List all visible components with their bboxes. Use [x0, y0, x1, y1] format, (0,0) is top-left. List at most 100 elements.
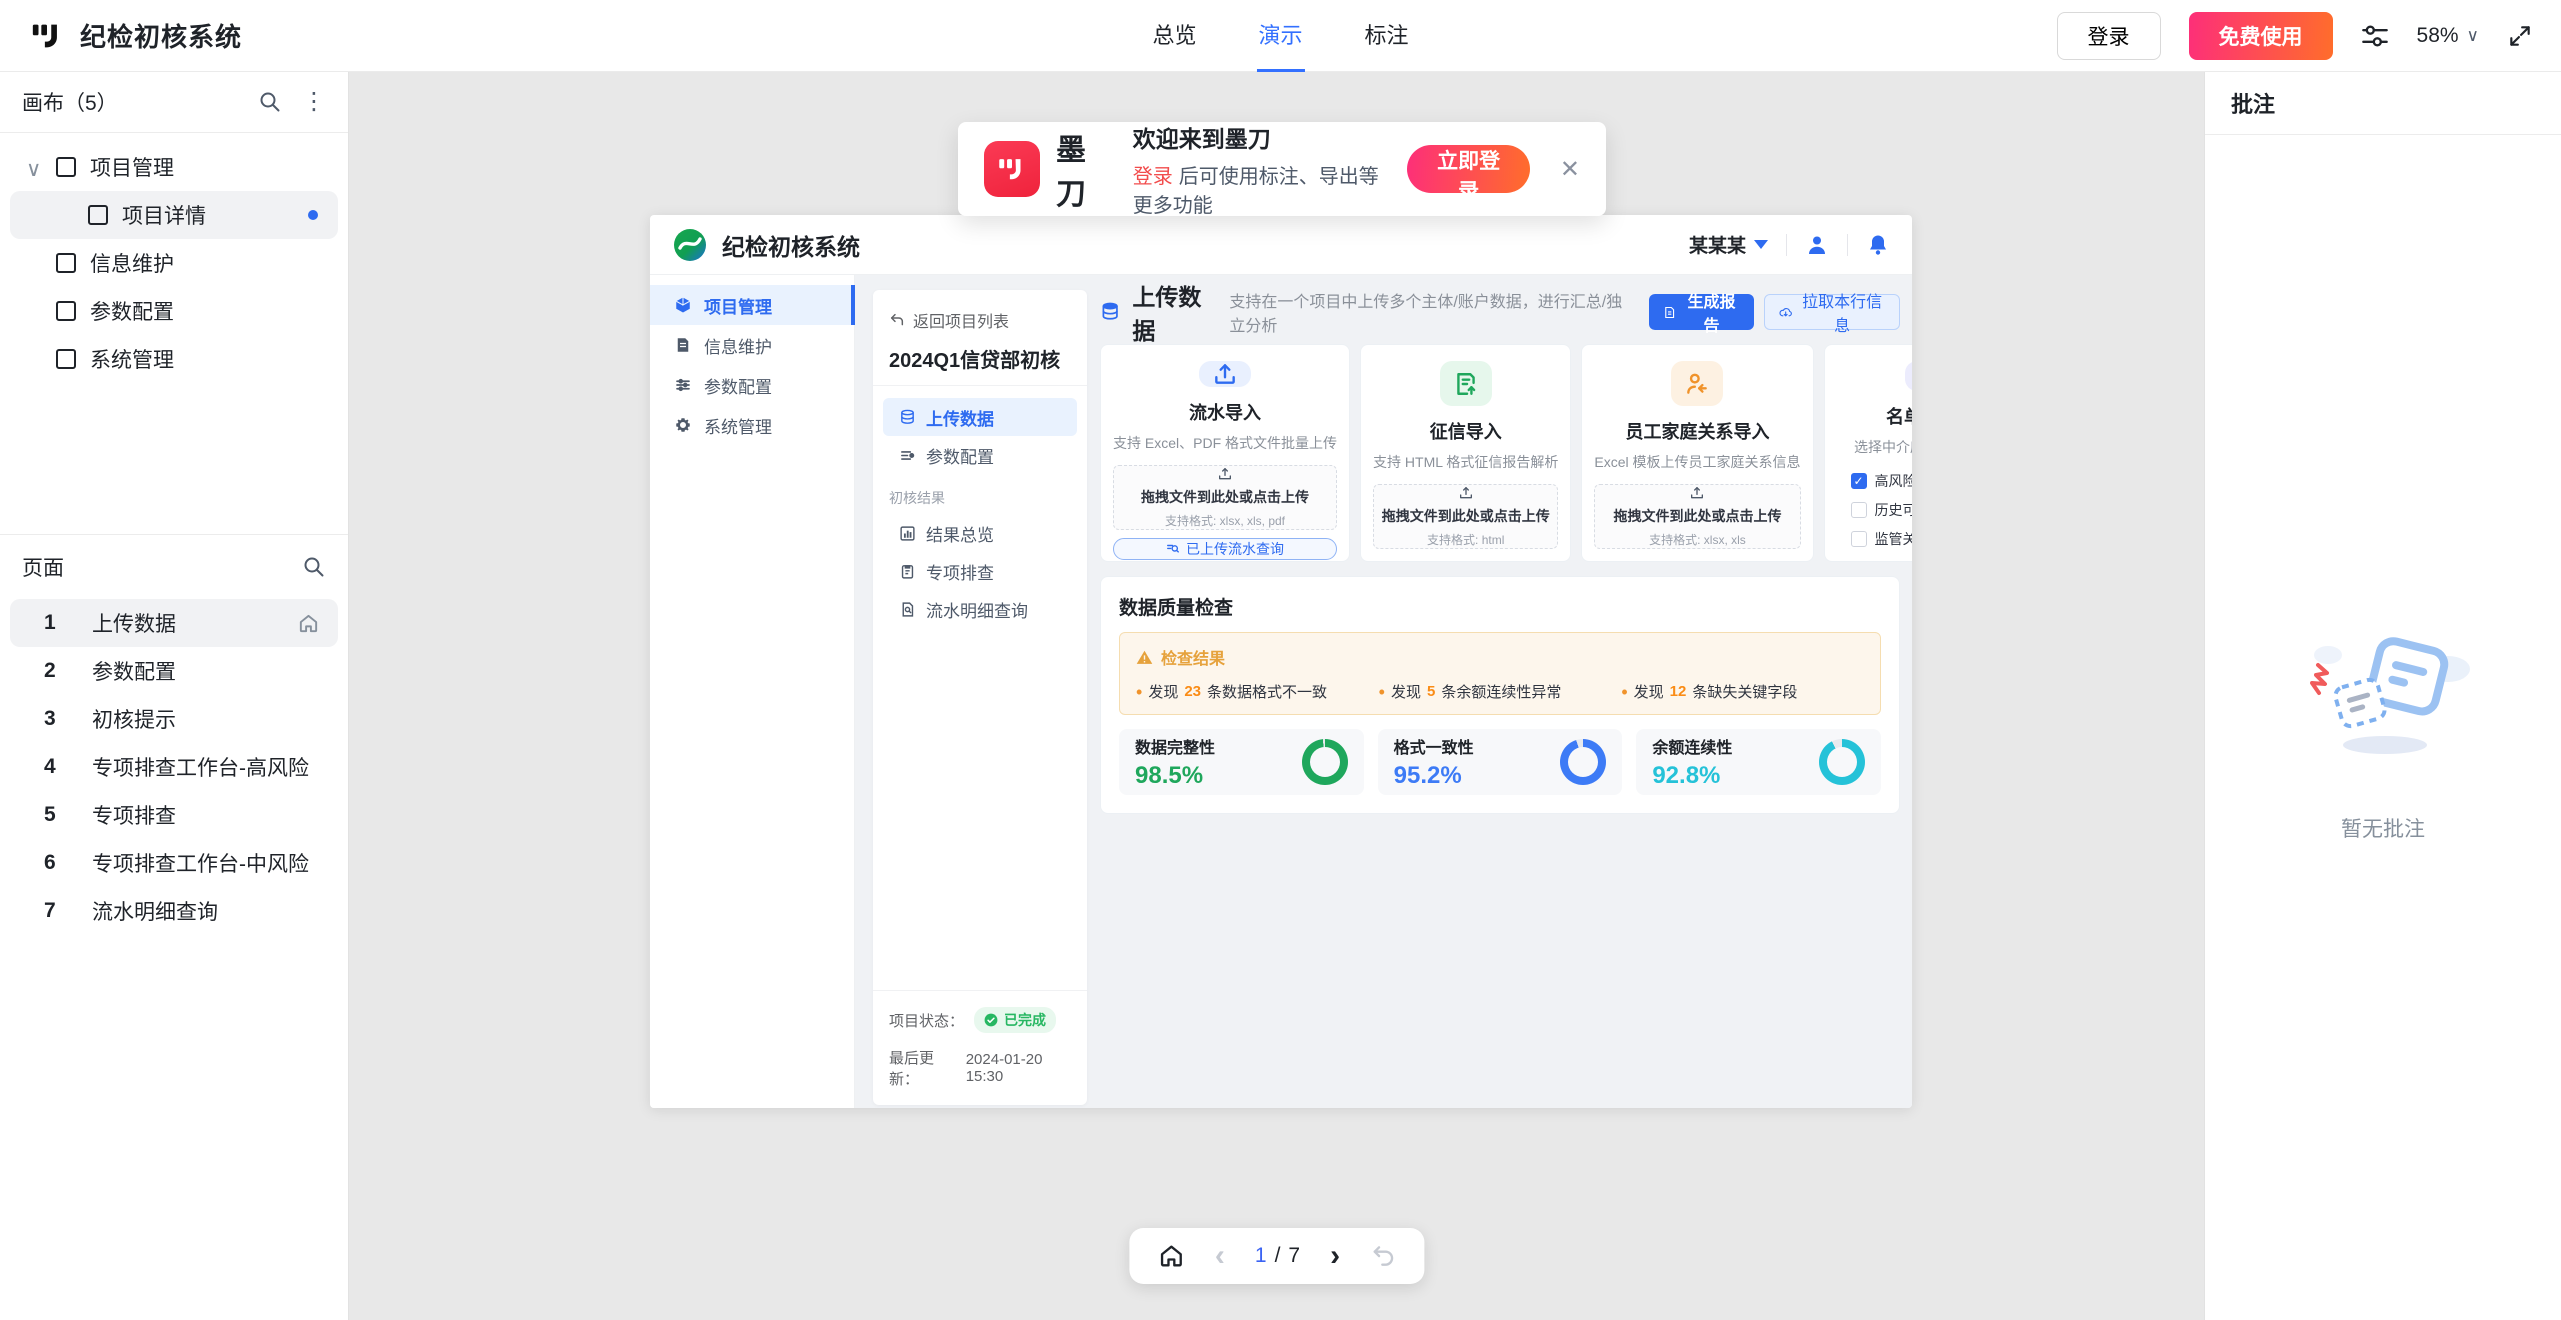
- quality-alert: 检查结果 • 发现 23 条数据格式不一致 • 发现: [1119, 632, 1881, 715]
- tree-item-project-management[interactable]: ∨ 项目管理: [0, 143, 348, 191]
- card-title: 征信导入: [1430, 418, 1502, 444]
- donut-chart: [1560, 739, 1606, 785]
- donut-chart: [1819, 739, 1865, 785]
- banner-login-link[interactable]: 登录: [1133, 166, 1173, 188]
- checkbox-icon[interactable]: [1851, 502, 1867, 518]
- top-toolbar: 纪检初核系统 总览 演示 标注 登录 免费使用 58% ∨: [0, 0, 2561, 72]
- upload-icon: [1199, 361, 1251, 387]
- tree-item-system-management[interactable]: 系统管理: [0, 335, 348, 383]
- page-item-2[interactable]: 2 参数配置: [10, 647, 338, 695]
- alert-title: 检查结果: [1161, 645, 1225, 669]
- card-flow-import: 流水导入 支持 Excel、PDF 格式文件批量上传 拖拽文件到此处或点击上传 …: [1100, 344, 1350, 562]
- artboard-icon: [56, 301, 76, 321]
- checkbox-icon[interactable]: [1851, 531, 1867, 547]
- modao-logo-icon[interactable]: [30, 19, 64, 53]
- project-menu-upload[interactable]: 上传数据: [883, 398, 1077, 436]
- chevron-down-icon: ∨: [2467, 26, 2479, 46]
- donut-chart: [1302, 739, 1348, 785]
- page-item-1[interactable]: 1 上传数据: [10, 599, 338, 647]
- close-icon[interactable]: ✕: [1560, 155, 1580, 184]
- project-menu-overview[interactable]: 结果总览: [883, 514, 1077, 552]
- caret-down-icon: [1754, 240, 1768, 249]
- login-button[interactable]: 登录: [2057, 12, 2161, 60]
- banner-subtitle: 登录后可使用标注、导出等更多功能: [1133, 160, 1392, 218]
- app-nav-info[interactable]: 信息维护: [650, 325, 854, 365]
- tree-item-label: 参数配置: [90, 296, 174, 326]
- document-upload-icon: [1440, 361, 1492, 406]
- back-to-projects[interactable]: 返回项目列表: [889, 308, 1071, 332]
- fullscreen-icon[interactable]: [2507, 23, 2533, 49]
- content-title: 上传数据: [1132, 278, 1217, 346]
- page-item-6[interactable]: 6 专项排查工作台-中风险: [10, 839, 338, 887]
- tab-overview[interactable]: 总览: [1150, 0, 1198, 72]
- tree-item-project-detail[interactable]: 项目详情: [10, 191, 338, 239]
- search-icon[interactable]: [302, 555, 326, 579]
- option-history-suspect[interactable]: 历史可疑人员名单(45人): [1851, 500, 1912, 520]
- prev-page-button[interactable]: ‹: [1215, 1241, 1225, 1271]
- main-area: 上传数据 支持在一个项目中上传多个主体/账户数据，进行汇总/独立分析 生成报告 …: [1100, 290, 1900, 814]
- more-options-icon[interactable]: ⋮: [302, 90, 326, 114]
- metric-completeness: 数据完整性 98.5%: [1119, 729, 1364, 795]
- home-page-icon: [297, 612, 320, 635]
- tree-item-label: 系统管理: [90, 344, 174, 374]
- brand-name: 墨刀: [1056, 125, 1107, 213]
- app-nav-system[interactable]: 系统管理: [650, 405, 854, 445]
- home-button[interactable]: [1157, 1242, 1185, 1270]
- option-regulator-watch[interactable]: 监管关注名单(32人): [1851, 529, 1912, 549]
- checkbox-icon[interactable]: [1851, 473, 1867, 489]
- presentation-pager: ‹ 1 / 7 ›: [1129, 1228, 1424, 1284]
- file-dropzone[interactable]: 拖拽文件到此处或点击上传 支持格式: html: [1373, 484, 1558, 549]
- tab-annotate[interactable]: 标注: [1363, 0, 1411, 72]
- project-menu-flow[interactable]: 流水明细查询: [883, 590, 1077, 628]
- page-item-4[interactable]: 4 专项排查工作台-高风险: [10, 743, 338, 791]
- upload-tray-icon: [1217, 466, 1233, 482]
- content-subtitle: 支持在一个项目中上传多个主体/账户数据，进行汇总/独立分析: [1229, 288, 1636, 336]
- fetch-bank-info-button[interactable]: 拉取本行信息: [1764, 294, 1900, 330]
- brand: 纪检初核系统: [0, 17, 242, 54]
- empty-annotations-text: 暂无批注: [2341, 813, 2425, 843]
- page-item-7[interactable]: 7 流水明细查询: [10, 887, 338, 935]
- finding-item: • 发现 23 条数据格式不一致: [1136, 681, 1379, 702]
- settings-sliders-icon[interactable]: [2361, 22, 2389, 50]
- page-item-3[interactable]: 3 初核提示: [10, 695, 338, 743]
- search-icon[interactable]: [258, 90, 282, 114]
- prototype-frame: 纪检初核系统 某某某: [650, 215, 1912, 1108]
- zoom-control[interactable]: 58% ∨: [2417, 24, 2479, 48]
- app-content: 返回项目列表 2024Q1信贷部初核 上传数据 参数配置 初核结果: [855, 275, 1912, 1108]
- login-now-button[interactable]: 立即登录: [1407, 145, 1530, 193]
- tree-expand-icon[interactable]: ∨: [26, 157, 41, 182]
- app-nav-project[interactable]: 项目管理: [650, 285, 854, 325]
- page-item-5[interactable]: 5 专项排查: [10, 791, 338, 839]
- free-use-button[interactable]: 免费使用: [2189, 12, 2333, 60]
- database-icon: [899, 409, 916, 426]
- project-menu-special[interactable]: 专项排查: [883, 552, 1077, 590]
- id-card-icon: [1905, 361, 1912, 391]
- view-tabs: 总览 演示 标注: [1150, 0, 1410, 72]
- bar-chart-icon: [899, 525, 916, 542]
- card-title: 名单库选择: [1886, 403, 1912, 429]
- tree-item-label: 项目管理: [90, 152, 174, 182]
- user-menu[interactable]: 某某某: [1689, 231, 1768, 258]
- tab-present[interactable]: 演示: [1256, 0, 1304, 72]
- project-menu-params[interactable]: 参数配置: [883, 436, 1077, 474]
- project-name: 2024Q1信贷部初核: [889, 344, 1071, 373]
- file-title: 纪检初核系统: [80, 17, 242, 54]
- artboard-icon: [88, 205, 108, 225]
- next-page-button[interactable]: ›: [1330, 1241, 1340, 1271]
- tree-item-parameter-config[interactable]: 参数配置: [0, 287, 348, 335]
- option-high-risk[interactable]: 高风险人员名单(68人): [1851, 471, 1912, 491]
- restart-button[interactable]: [1370, 1243, 1396, 1269]
- tree-item-info-maintenance[interactable]: 信息维护: [0, 239, 348, 287]
- file-dropzone[interactable]: 拖拽文件到此处或点击上传 支持格式: xlsx, xls, pdf: [1113, 465, 1337, 530]
- current-canvas-indicator: [308, 210, 318, 220]
- file-dropzone[interactable]: 拖拽文件到此处或点击上传 支持格式: xlsx, xls: [1594, 484, 1800, 549]
- app-nav-params[interactable]: 参数配置: [650, 365, 854, 405]
- design-canvas[interactable]: 墨刀 欢迎来到墨刀 登录后可使用标注、导出等更多功能 立即登录 ✕ 纪检初核系统: [349, 72, 2204, 1320]
- card-desc: 选择中介库管理内的名单: [1854, 437, 1912, 457]
- uploaded-flow-query-button[interactable]: 已上传流水查询: [1113, 538, 1337, 560]
- user-icon[interactable]: [1805, 233, 1829, 257]
- bell-icon[interactable]: [1866, 233, 1890, 257]
- bullet-icon: •: [1136, 683, 1142, 701]
- generate-report-button[interactable]: 生成报告: [1649, 294, 1754, 330]
- card-family-import: 员工家庭关系导入 Excel 模板上传员工家庭关系信息 拖拽文件到此处或点击上传…: [1581, 344, 1813, 562]
